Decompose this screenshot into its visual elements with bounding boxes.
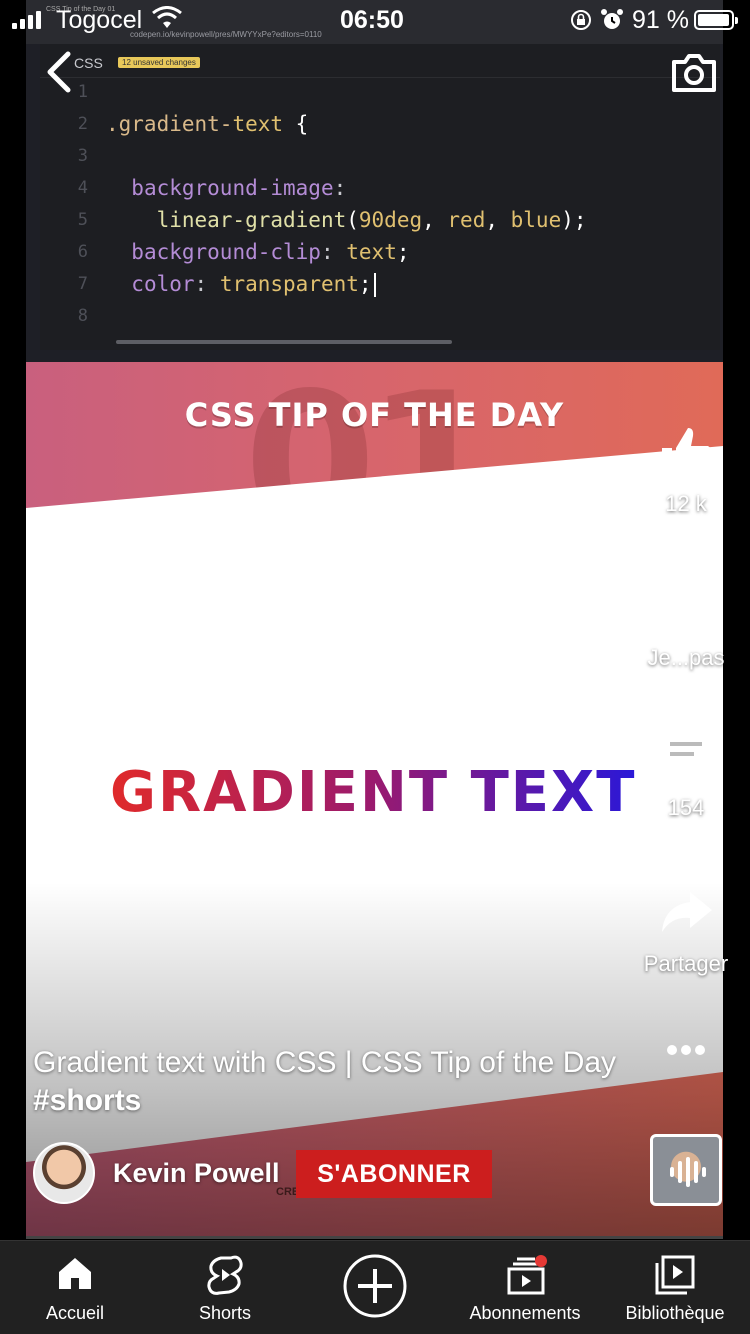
nav-library[interactable]: Bibliothèque [600,1241,750,1334]
share-button[interactable]: Partager [631,884,741,977]
code-text: background-clip: text; [131,240,410,264]
video-progress-bar[interactable] [26,1236,723,1239]
back-button[interactable] [40,48,80,96]
line-number: 3 [77,146,88,166]
video-title-text: Gradient text with CSS | CSS Tip of the … [33,1046,617,1079]
code-text: .gradient-text { [106,112,309,136]
share-icon [662,892,712,932]
line-number: 2 [77,114,88,134]
unsaved-badge: 12 unsaved changes [118,57,200,68]
code-text: background-image: [131,176,347,200]
thumbs-up-icon [662,428,712,476]
library-icon [655,1255,695,1295]
comment-count: 154 [667,795,705,820]
hashtag-link[interactable]: #shorts [33,1084,141,1117]
shorts-icon [207,1255,243,1295]
dislike-button[interactable]: Je...pas [631,578,741,671]
nav-library-label: Bibliothèque [625,1303,725,1323]
camera-icon [672,54,716,92]
code-line: 7 color: transparent; [40,270,720,302]
nav-shorts-label: Shorts [198,1303,252,1323]
nav-home-label: Accueil [45,1303,105,1323]
line-number: 8 [77,306,88,326]
code-line: 5 linear-gradient(90deg, red, blue); [40,206,720,238]
code-editor: CSS 12 unsaved changes 1 2 .gradient-text … [40,44,720,350]
subscriptions-icon [507,1255,547,1295]
gradient-headline: GRADIENT TEXT [110,760,637,825]
bottom-navigation: Accueil Shorts Abonnements Bibliothèque [0,1240,750,1334]
subscribe-button[interactable]: S'ABONNER [296,1150,492,1198]
nav-home[interactable]: Accueil [0,1241,150,1334]
editor-scrollbar [116,340,452,344]
share-label: Partager [643,951,729,976]
code-line: 6 background-clip: text; [40,238,720,270]
signal-icon [12,11,41,29]
code-line: 2 .gradient-text { [40,110,720,142]
like-button[interactable]: 12 k [631,424,741,517]
tip-title: CSS TIP OF THE DAY [184,396,565,434]
battery-icon [694,10,738,30]
editor-header: CSS 12 unsaved changes [40,44,720,78]
nav-subscriptions-label: Abonnements [469,1303,581,1323]
comment-icon [662,730,710,782]
nav-shorts[interactable]: Shorts [150,1241,300,1334]
code-text: linear-gradient(90deg, red, blue); [156,208,587,232]
channel-name[interactable]: Kevin Powell [113,1158,280,1189]
code-text: color: transparent; [106,272,376,297]
code-line: 8 [40,302,720,334]
more-options-button[interactable] [631,1040,741,1065]
line-number: 6 [77,242,88,262]
dislike-label: Je...pas [647,645,725,670]
clock: 06:50 [340,6,404,34]
code-line: 1 [40,78,720,110]
wifi-icon [152,6,182,35]
text-cursor [373,273,376,297]
battery-percentage: 91 % [632,6,689,34]
line-number: 5 [77,210,88,230]
line-number: 4 [77,178,88,198]
orientation-lock-icon [570,9,592,36]
carrier-label: Togocel [56,6,143,34]
code-line: 4 background-image: [40,174,720,206]
home-icon [59,1258,91,1289]
nav-create[interactable] [300,1241,450,1334]
audio-waveform-icon [670,1157,706,1187]
channel-avatar[interactable] [33,1142,95,1204]
thumbs-down-icon [660,582,710,630]
notification-dot [535,1255,547,1267]
comment-button[interactable]: 154 [631,728,741,821]
more-icon [667,1045,705,1055]
code-line: 3 [40,142,720,174]
back-arrow-icon [47,51,71,93]
nav-subscriptions[interactable]: Abonnements [450,1241,600,1334]
status-bar: Togocel 06:50 91 % [0,0,750,40]
video-title[interactable]: Gradient text with CSS | CSS Tip of the … [33,1044,633,1120]
alarm-icon [600,8,624,37]
line-number: 7 [77,274,88,294]
like-count: 12 k [665,491,707,516]
camera-button[interactable] [670,52,718,94]
create-plus-icon [343,1254,407,1318]
sound-thumbnail[interactable] [650,1134,722,1206]
